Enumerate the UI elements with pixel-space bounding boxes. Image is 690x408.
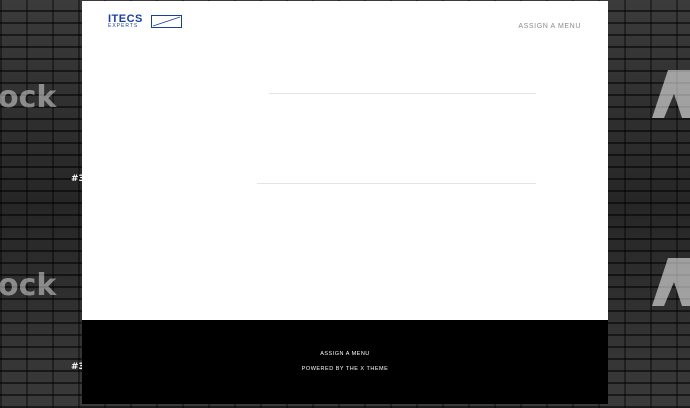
nav-assign-menu-link[interactable]: ASSIGN A MENU <box>518 23 581 30</box>
footer-assign-menu-link[interactable]: ASSIGN A MENU <box>82 351 608 357</box>
logo-mark-icon <box>151 15 182 28</box>
logo-text-bottom: EXPERTS <box>108 23 139 29</box>
watermark-text: ock <box>0 80 57 115</box>
watermark-text: ock <box>0 268 57 303</box>
content-divider <box>269 93 536 94</box>
stock-watermark-logo-icon <box>652 70 690 118</box>
footer-powered-by: POWERED BY THE X THEME <box>301 366 389 372</box>
page-content: ITECS EXPERTS ASSIGN A MENU <box>82 1 608 320</box>
stock-watermark-logo-icon <box>652 258 690 306</box>
site-footer: ASSIGN A MENU POWERED BY THE X THEME <box>82 320 608 404</box>
content-divider <box>257 183 536 184</box>
site-logo[interactable]: ITECS EXPERTS <box>108 14 184 30</box>
